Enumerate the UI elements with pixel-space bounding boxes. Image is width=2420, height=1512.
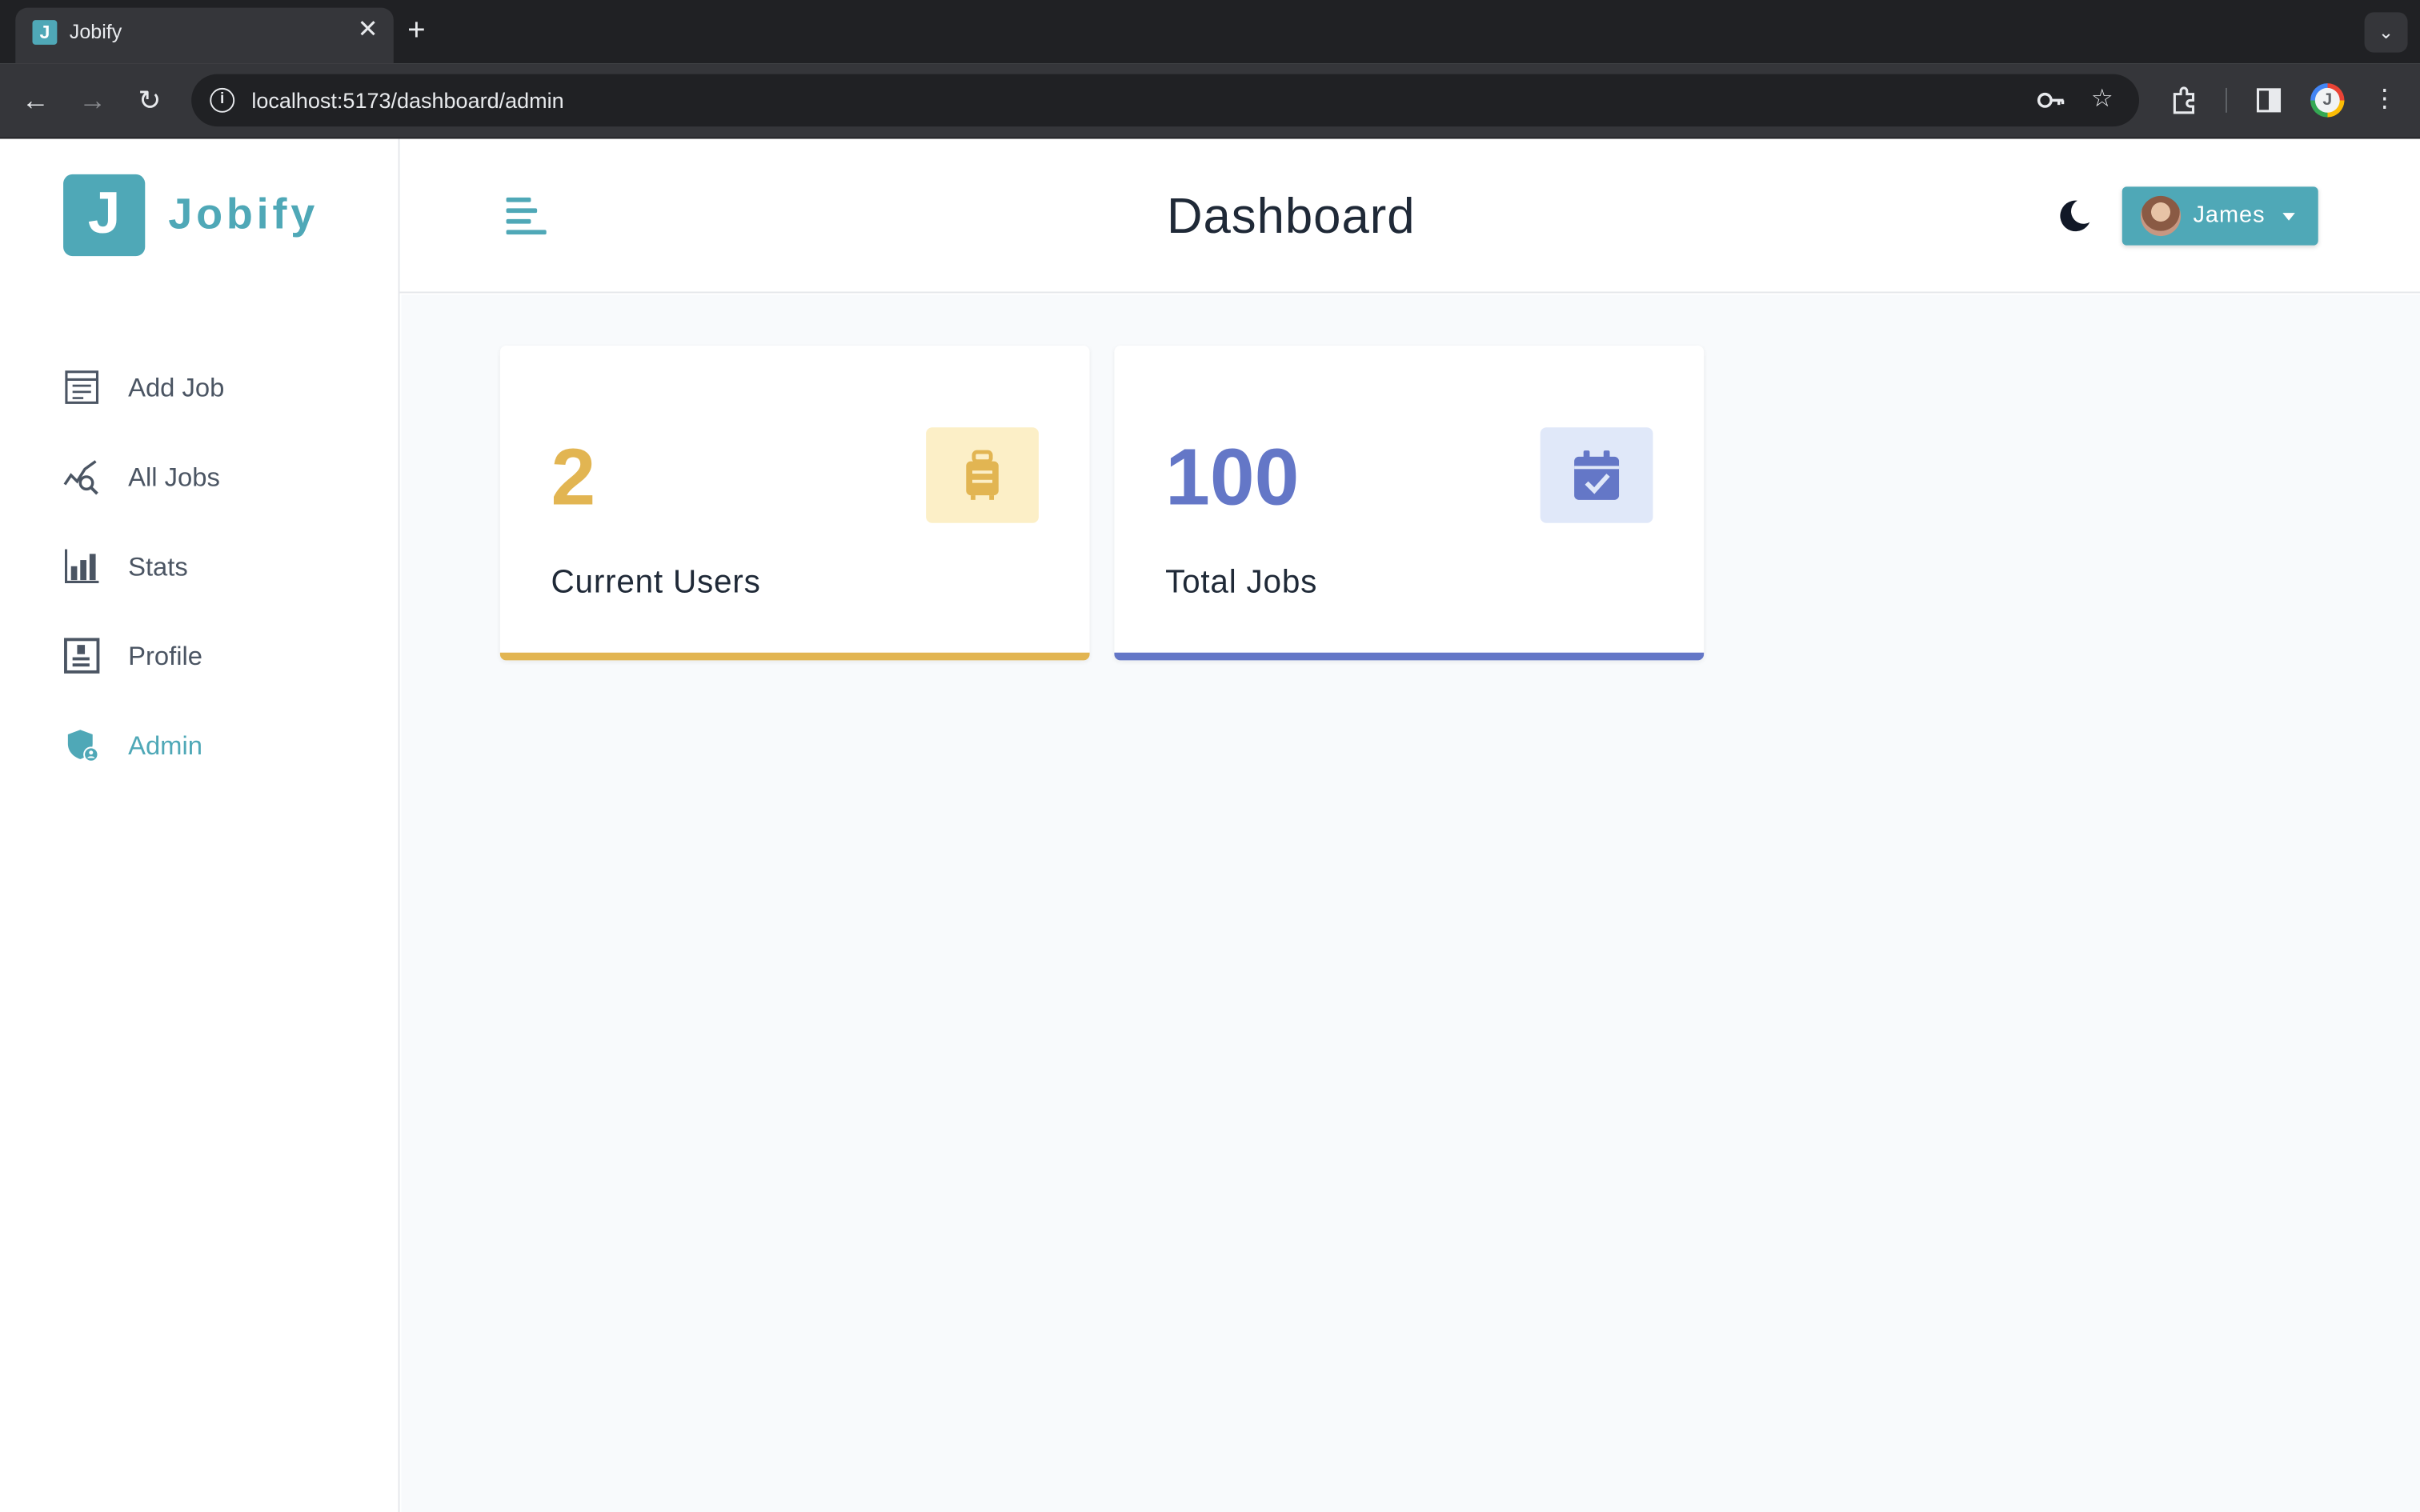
admin-icon <box>67 730 99 762</box>
user-name: James <box>2193 202 2266 229</box>
profile-icon <box>64 638 100 674</box>
logo-text: Jobify <box>168 190 319 238</box>
tab-close-icon[interactable]: ✕ <box>358 17 379 45</box>
stat-title: Current Users <box>551 564 761 601</box>
caret-down-icon <box>2282 213 2295 221</box>
toolbar-divider <box>2225 87 2227 113</box>
sidebar-item-label: All Jobs <box>128 462 220 493</box>
address-url[interactable]: localhost:5173/dashboard/admin <box>251 88 563 113</box>
stat-count: 100 <box>1165 433 1300 523</box>
browser-toolbar: ← → ↻ i localhost:5173/dashboard/admin ☆… <box>0 63 2420 139</box>
sidebar-item-label: Admin <box>128 731 203 761</box>
browser-tab[interactable]: J Jobify ✕ <box>15 7 394 64</box>
browser-menu-icon[interactable]: ⋮ <box>2366 82 2402 118</box>
app: J Jobify Add Job All Jobs Stats Profile … <box>0 138 2420 1512</box>
password-key-icon[interactable] <box>2036 85 2067 125</box>
sidebar-item-label: Profile <box>128 642 203 671</box>
side-panel-icon[interactable] <box>2250 82 2287 118</box>
sidebar-item-stats[interactable]: Stats <box>63 545 372 591</box>
user-menu-button[interactable]: James <box>2122 186 2318 246</box>
stats-icon <box>64 549 99 583</box>
stat-icon-box <box>1540 427 1653 523</box>
logo-mark: J <box>63 174 146 257</box>
dark-mode-moon-icon[interactable] <box>2056 198 2093 234</box>
sidebar-item-profile[interactable]: Profile <box>63 634 372 681</box>
stat-count: 2 <box>551 433 596 523</box>
stat-accent-bar <box>1114 652 1705 661</box>
forward-arrow-icon[interactable]: → <box>74 82 111 118</box>
header: Dashboard James <box>399 138 2420 294</box>
stat-accent-bar <box>499 652 1090 661</box>
sidebar: J Jobify Add Job All Jobs Stats Profile … <box>0 138 400 1512</box>
all-jobs-icon <box>63 460 98 495</box>
new-tab-button[interactable]: + <box>407 12 426 49</box>
avatar <box>2140 195 2182 237</box>
tab-search-chevron-icon[interactable]: ⌄ <box>2364 12 2408 53</box>
back-arrow-icon[interactable]: ← <box>17 82 54 118</box>
calendar-check-icon <box>1574 450 1620 500</box>
sidebar-item-label: Add Job <box>128 373 225 403</box>
browser-tab-strip: J Jobify ✕ + ⌄ <box>0 0 2420 64</box>
suitcase-icon <box>966 450 999 500</box>
stat-title: Total Jobs <box>1165 564 1318 601</box>
reload-icon[interactable]: ↻ <box>131 82 168 118</box>
sidebar-item-all-jobs[interactable]: All Jobs <box>63 455 372 502</box>
sidebar-item-add-job[interactable]: Add Job <box>63 366 372 412</box>
page-title: Dashboard <box>1166 188 1416 244</box>
site-info-icon[interactable]: i <box>210 87 235 113</box>
bookmark-star-icon[interactable]: ☆ <box>2086 85 2118 116</box>
sidebar-item-label: Stats <box>128 552 188 582</box>
main-content: 2 Current Users 100 Total Jobs <box>401 294 2420 1512</box>
add-job-icon <box>65 370 99 404</box>
screen: J Jobify ✕ + ⌄ ← → ↻ i localhost:5173/da… <box>0 0 2420 1512</box>
stat-card-total-jobs: 100 Total Jobs <box>1114 345 1705 661</box>
tab-favicon-icon: J <box>32 20 58 45</box>
browser-profile-avatar[interactable]: J <box>2310 83 2345 118</box>
tab-title: Jobify <box>69 20 122 43</box>
address-bar[interactable]: i localhost:5173/dashboard/admin ☆ <box>191 74 2139 127</box>
stat-card-current-users: 2 Current Users <box>499 345 1090 661</box>
sidebar-item-admin[interactable]: Admin <box>63 723 372 770</box>
stat-icon-box <box>926 427 1039 523</box>
extensions-puzzle-icon[interactable] <box>2166 82 2202 118</box>
